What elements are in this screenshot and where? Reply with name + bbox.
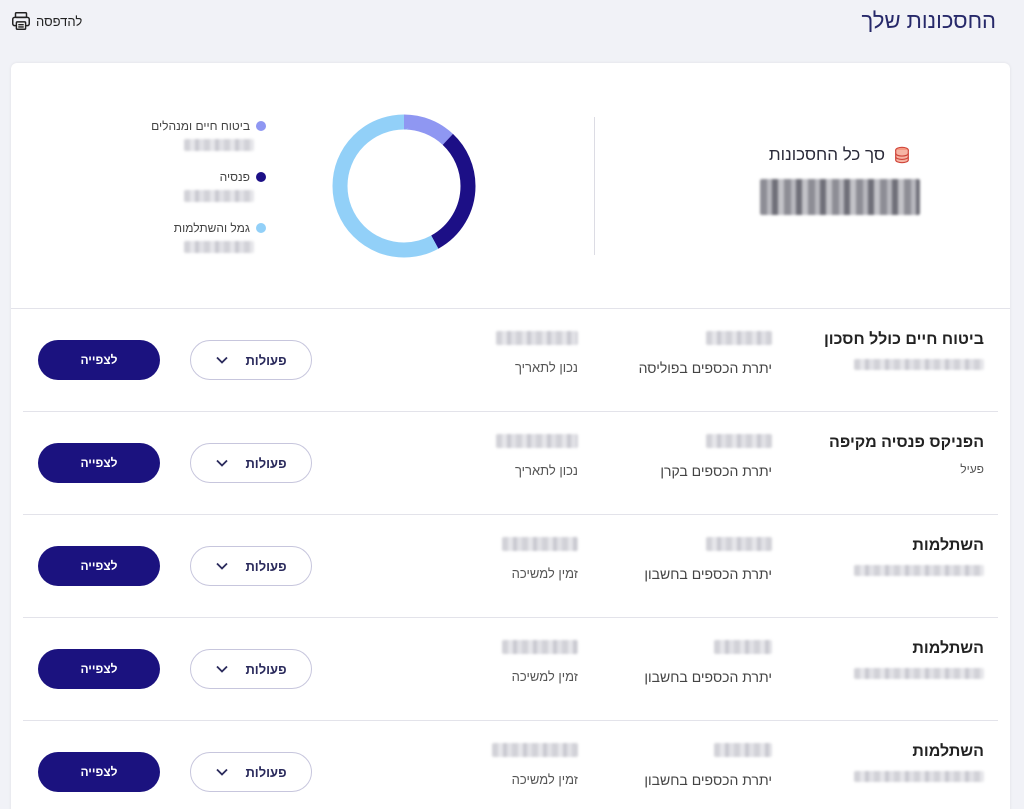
product-subtitle-redacted (854, 771, 984, 782)
actions-label: פעולות (245, 352, 287, 368)
chevron-down-icon (216, 356, 229, 364)
product-name: ביטוח חיים כולל חסכון (823, 331, 984, 348)
legend-dot (256, 223, 266, 233)
page-title: החסכונות שלך (861, 8, 996, 33)
product-name: השתלמות (912, 743, 984, 760)
actions-dropdown[interactable]: פעולות (190, 443, 312, 483)
total-savings: סך כל החסכונות (710, 145, 970, 220)
actions-label: פעולות (245, 764, 287, 780)
print-button[interactable]: להדפסה (10, 10, 82, 32)
legend-value-redacted (184, 241, 254, 253)
product-row: השתלמות יתרת הכספים בחשבון זמין למשיכה פעול… (23, 618, 998, 721)
view-button[interactable]: לצפייה (38, 752, 160, 792)
actions-label: פעולות (245, 661, 287, 677)
actions-label: פעולות (245, 558, 287, 574)
legend-value-redacted (184, 139, 254, 151)
actions-dropdown[interactable]: פעולות (190, 546, 312, 586)
date-value-redacted (492, 743, 578, 757)
legend-dot (256, 121, 266, 131)
legend-value-redacted (184, 190, 254, 202)
balance-label: יתרת הכספים בפוליסה (638, 360, 772, 376)
chevron-down-icon (216, 459, 229, 467)
savings-donut-chart (332, 114, 476, 258)
view-button[interactable]: לצפייה (38, 546, 160, 586)
legend-label: פנסיה (219, 170, 250, 184)
product-subtitle-redacted (854, 565, 984, 576)
date-label: זמין למשיכה (511, 669, 578, 684)
chevron-down-icon (216, 562, 229, 570)
savings-card: סך כל החסכונות ביטוח חיים ומנהלים פנסיה גמ… (11, 63, 1010, 809)
actions-label: פעולות (245, 455, 287, 471)
product-row: השתלמות יתרת הכספים בחשבון זמין למשיכה פעול… (23, 721, 998, 809)
date-value-redacted (496, 331, 578, 345)
balance-value-redacted (706, 331, 772, 345)
legend-dot (256, 172, 266, 182)
balance-value-redacted (706, 537, 772, 551)
actions-dropdown[interactable]: פעולות (190, 752, 312, 792)
date-value-redacted (502, 640, 578, 654)
product-row: ביטוח חיים כולל חסכון יתרת הכספים בפוליסה… (23, 309, 998, 412)
product-row: השתלמות יתרת הכספים בחשבון זמין למשיכה פעול… (23, 515, 998, 618)
actions-dropdown[interactable]: פעולות (190, 340, 312, 380)
date-label: נכון לתאריך (514, 360, 578, 375)
product-subtitle-redacted (854, 359, 984, 370)
product-row: הפניקס פנסיה מקיפה פעיל יתרת הכספים בקרן נכ… (23, 412, 998, 515)
chevron-down-icon (216, 665, 229, 673)
product-name: השתלמות (912, 640, 984, 657)
balance-label: יתרת הכספים בחשבון (644, 566, 772, 582)
balance-value-redacted (714, 743, 772, 757)
date-value-redacted (502, 537, 578, 551)
date-label: זמין למשיכה (511, 772, 578, 787)
savings-summary: סך כל החסכונות ביטוח חיים ומנהלים פנסיה גמ… (11, 63, 1010, 309)
total-savings-title: סך כל החסכונות (768, 145, 886, 164)
date-label: נכון לתאריך (514, 463, 578, 478)
print-label: להדפסה (36, 13, 83, 29)
database-icon (895, 146, 909, 164)
chevron-down-icon (216, 768, 229, 776)
total-savings-value-redacted (760, 179, 920, 215)
balance-value-redacted (714, 640, 772, 654)
legend-label: גמל והשתלמות (173, 221, 250, 235)
legend-item: פנסיה (131, 170, 266, 207)
printer-icon (12, 12, 30, 30)
actions-dropdown[interactable]: פעולות (190, 649, 312, 689)
date-label: זמין למשיכה (511, 566, 578, 581)
view-button[interactable]: לצפייה (38, 649, 160, 689)
date-value-redacted (496, 434, 578, 448)
summary-divider (594, 117, 595, 255)
products-list: ביטוח חיים כולל חסכון יתרת הכספים בפוליסה… (23, 309, 998, 809)
legend-item: ביטוח חיים ומנהלים (131, 119, 266, 156)
product-status: פעיל (960, 462, 984, 476)
balance-value-redacted (706, 434, 772, 448)
balance-label: יתרת הכספים בקרן (660, 463, 772, 479)
view-button[interactable]: לצפייה (38, 340, 160, 380)
product-name: השתלמות (912, 537, 984, 554)
balance-label: יתרת הכספים בחשבון (644, 669, 772, 685)
product-subtitle-redacted (854, 668, 984, 679)
legend-label: ביטוח חיים ומנהלים (151, 119, 250, 133)
balance-label: יתרת הכספים בחשבון (644, 772, 772, 788)
view-button[interactable]: לצפייה (38, 443, 160, 483)
legend-item: גמל והשתלמות (131, 221, 266, 258)
product-name: הפניקס פנסיה מקיפה (829, 434, 984, 451)
savings-legend: ביטוח חיים ומנהלים פנסיה גמל והשתלמות (131, 119, 266, 272)
